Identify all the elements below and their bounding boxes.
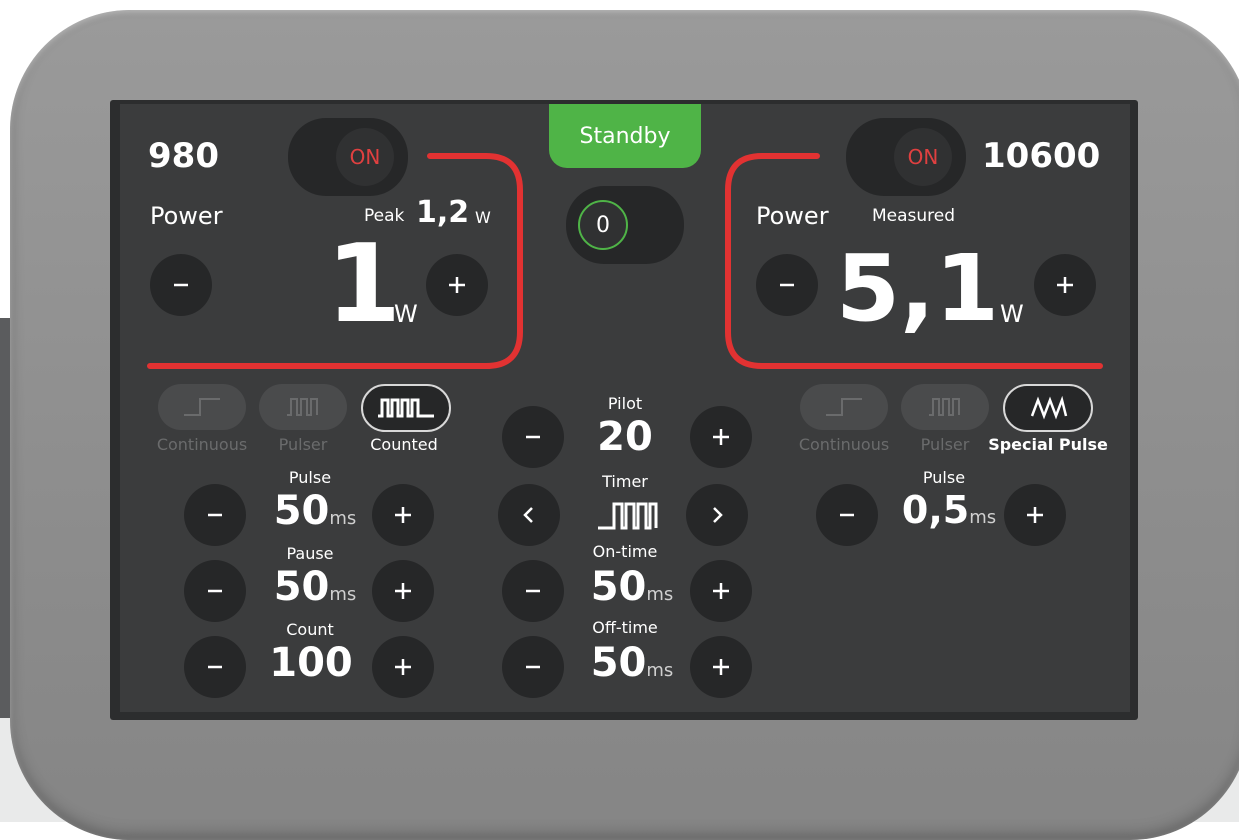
right-mode-special-pulse[interactable] [1003,384,1093,432]
right-power-increase-button[interactable] [1034,254,1096,316]
right-pulse-increase-button[interactable] [1004,484,1066,546]
pulser-wave-icon [287,398,318,416]
right-mode-special-pulse-label: Special Pulse [988,435,1108,454]
left-peak-value: 1,2 [416,195,470,230]
left-pause-unit: ms [329,584,357,605]
left-count-value: 100 [269,640,353,686]
pilot-value: 20 [597,414,653,460]
left-power-label: Power [150,202,223,230]
left-mode-counted[interactable] [361,384,451,432]
left-power-increase-button[interactable] [426,254,488,316]
minus-icon [780,283,794,287]
right-pulse-number: 0,5 [901,488,970,532]
timer-previous-button[interactable] [498,484,560,546]
on-time-number: 50 [590,564,647,610]
minus-icon [526,665,540,669]
right-pulse-unit: ms [969,507,997,528]
plus-icon [395,583,411,599]
pulser-wave-icon [929,398,960,416]
right-toggle-label: ON [907,145,939,169]
timer-label: Timer [602,472,648,491]
plus-icon [713,583,729,599]
right-power-value: 5,1 [836,235,999,342]
left-pulse-increase-button[interactable] [372,484,434,546]
right-laser-toggle[interactable]: ON [846,118,966,196]
left-count-decrease-button[interactable] [184,636,246,698]
left-pulse-number: 50 [273,488,330,534]
off-time-label: Off-time [592,618,658,637]
left-pause-value: 50ms [260,564,370,610]
right-mode-continuous[interactable] [800,384,888,430]
on-time-value: 50ms [572,564,692,610]
right-toggle-knob: ON [894,128,952,186]
right-power-label: Power [756,202,829,230]
left-pause-increase-button[interactable] [372,560,434,622]
left-power-value: 1 [326,222,402,347]
off-time-increase-button[interactable] [690,636,752,698]
left-pulse-unit: ms [329,508,357,529]
left-pause-decrease-button[interactable] [184,560,246,622]
left-pulse-decrease-button[interactable] [184,484,246,546]
off-time-unit: ms [646,660,674,681]
off-time-decrease-button[interactable] [502,636,564,698]
minus-icon [840,513,854,517]
left-peak-unit: W [475,208,491,227]
pilot-increase-button[interactable] [690,406,752,468]
on-time-label: On-time [592,542,658,561]
left-count-increase-button[interactable] [372,636,434,698]
plus-icon [713,429,729,445]
plus-icon [395,507,411,523]
pilot-decrease-button[interactable] [502,406,564,468]
right-mode-pulser[interactable] [901,384,989,430]
right-measured-label: Measured [872,206,956,226]
left-mode-pulser-label: Pulser [278,435,328,454]
pilot-label: Pilot [607,394,643,413]
off-time-value: 50ms [572,640,692,686]
minus-icon [526,435,540,439]
special-pulse-icon [1030,396,1068,420]
minus-icon [526,589,540,593]
left-count-label: Count [286,620,334,639]
right-pulse-label: Pulse [922,468,966,487]
left-pulse-value: 50ms [260,488,370,534]
off-time-number: 50 [590,640,647,686]
left-power-unit: W [394,300,418,328]
left-pause-label: Pause [286,544,334,563]
minus-icon [208,589,222,593]
on-time-decrease-button[interactable] [502,560,564,622]
plus-icon [395,659,411,675]
left-mode-continuous-label: Continuous [156,435,248,454]
plus-icon [713,659,729,675]
plus-icon [1057,277,1073,293]
minus-icon [174,283,188,287]
left-mode-counted-label: Counted [370,435,438,454]
minus-icon [208,665,222,669]
left-pulse-label: Pulse [288,468,332,487]
right-wavelength: 10600 [982,136,1101,176]
counted-wave-icon [378,398,434,418]
right-mode-continuous-label: Continuous [798,435,890,454]
left-mode-continuous[interactable] [158,384,246,430]
chevron-left-icon [523,507,533,523]
right-pulse-value: 0,5ms [884,488,1014,532]
plus-icon [449,277,465,293]
on-time-unit: ms [646,584,674,605]
left-pause-number: 50 [273,564,330,610]
continuous-wave-icon [184,398,220,416]
minus-icon [208,513,222,517]
plus-icon [1027,507,1043,523]
chevron-right-icon [713,507,723,523]
left-power-decrease-button[interactable] [150,254,212,316]
right-power-unit: W [1000,300,1024,328]
pulse-train-icon [598,502,658,530]
timer-next-button[interactable] [686,484,748,546]
right-power-decrease-button[interactable] [756,254,818,316]
on-time-increase-button[interactable] [690,560,752,622]
right-pulse-decrease-button[interactable] [816,484,878,546]
left-mode-pulser[interactable] [259,384,347,430]
touch-screen: Standby 0 980 ON Power Peak 1,2 W 1 W Co… [120,104,1130,712]
right-mode-pulser-label: Pulser [920,435,970,454]
continuous-wave-icon [826,398,862,416]
